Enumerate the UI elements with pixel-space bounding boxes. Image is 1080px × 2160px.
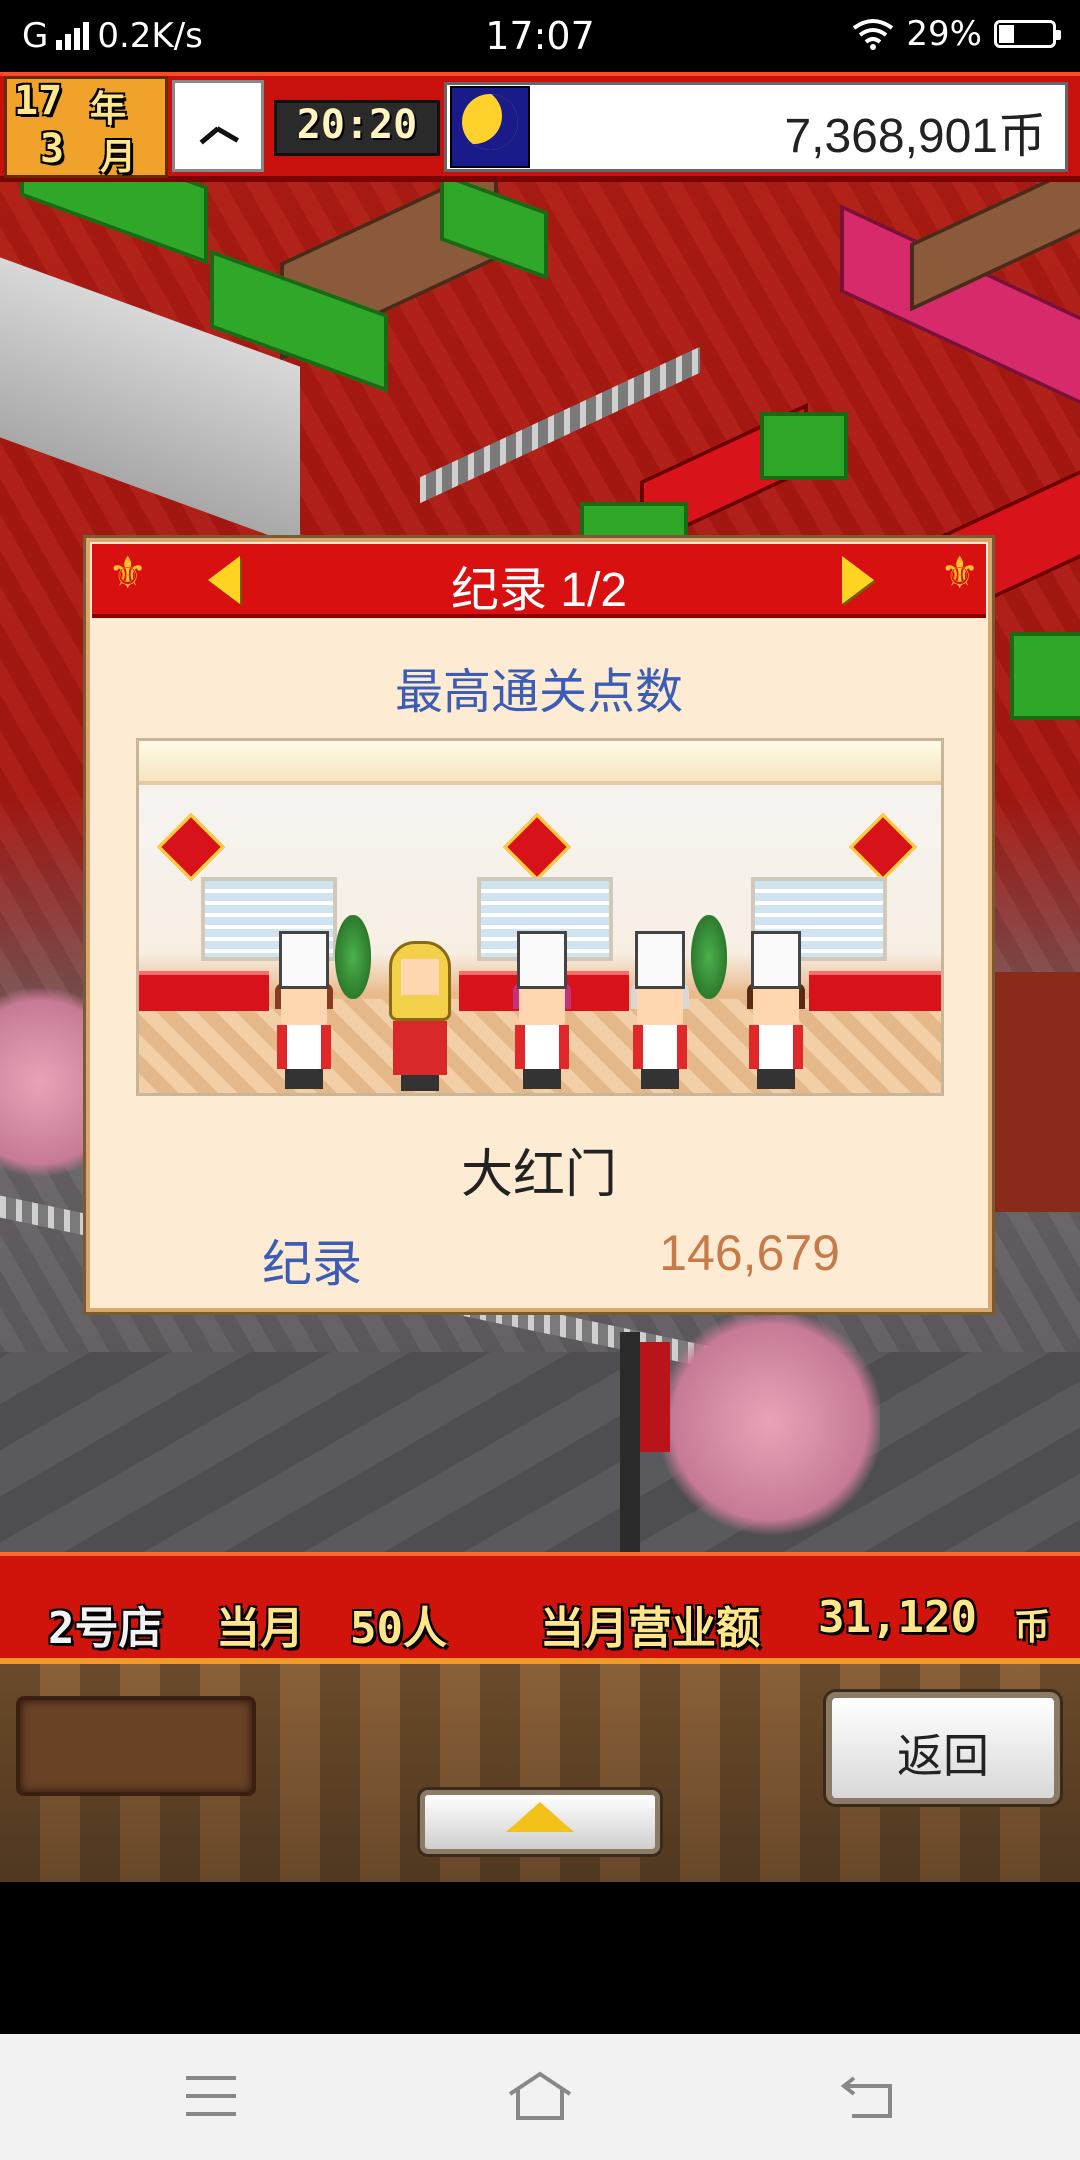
- back-button-label[interactable]: 返回: [826, 1720, 1060, 1786]
- month-number: 3: [40, 126, 65, 172]
- brick-wall: [980, 972, 1080, 1212]
- year-number: 17: [14, 78, 63, 124]
- red-table: [139, 971, 269, 1011]
- restaurant-name: 大红门: [460, 1146, 617, 1204]
- sales-label: 当月营业额: [540, 1603, 760, 1654]
- money-amount: 7,368,901币: [784, 110, 1046, 163]
- green-sofa: [760, 412, 848, 480]
- chef-character: [625, 931, 695, 1091]
- back-icon[interactable]: [840, 2074, 896, 2120]
- status-bar: G 0.2K/s 17:07 29%: [0, 0, 1080, 72]
- expand-up-icon[interactable]: [506, 1802, 574, 1832]
- year-unit: 年: [90, 89, 127, 130]
- plant: [335, 915, 371, 999]
- chef-character: [269, 931, 339, 1091]
- lucky-sign-icon: [157, 813, 225, 881]
- restaurant-picture: [136, 738, 944, 1096]
- month-label: 当月: [216, 1603, 304, 1654]
- battery-icon: [994, 20, 1061, 48]
- letterbox: [0, 1882, 1080, 2034]
- picture-ceiling: [139, 741, 941, 785]
- lamp-post: [620, 1332, 640, 1572]
- record-value: 146,679: [659, 1225, 840, 1281]
- green-sofa: [1010, 632, 1080, 720]
- lucky-sign-icon: [849, 813, 917, 881]
- coin-unit: 币: [1014, 1607, 1051, 1648]
- red-banner: [640, 1342, 670, 1452]
- battery-percent: 29%: [906, 14, 982, 54]
- dialog-title: 纪录 1/2: [450, 564, 628, 617]
- record-category: 最高通关点数: [394, 666, 683, 719]
- plant: [691, 915, 727, 999]
- chef-character: [741, 931, 811, 1091]
- waitress-character: [383, 941, 457, 1091]
- game-time: 20:20: [296, 102, 418, 148]
- wifi-icon: [853, 19, 894, 50]
- month-unit: 月: [100, 137, 137, 178]
- red-table: [809, 971, 941, 1011]
- record-label: 纪录: [262, 1236, 362, 1292]
- customers-count: 50人: [350, 1603, 447, 1654]
- lucky-sign-icon: [503, 813, 571, 881]
- sales-value: 31,120: [818, 1592, 977, 1643]
- moon-icon: [462, 94, 518, 150]
- menu-icon[interactable]: [186, 2076, 236, 2116]
- home-icon[interactable]: [506, 2070, 574, 2122]
- empty-slot[interactable]: [16, 1696, 256, 1796]
- chef-character: [507, 931, 577, 1091]
- cherry-tree: [660, 1302, 880, 1542]
- shop-label: 2号店: [48, 1603, 163, 1654]
